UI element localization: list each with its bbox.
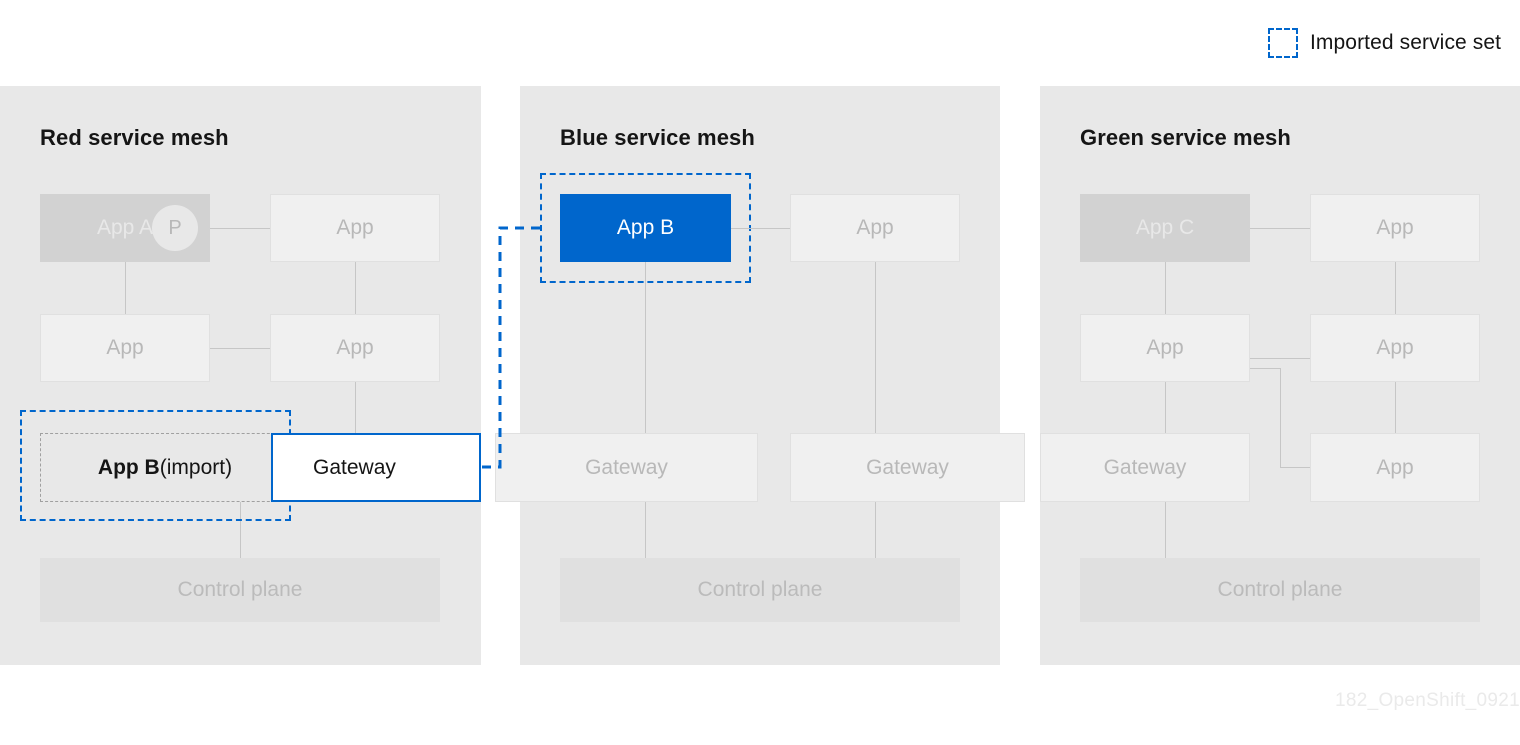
connector-blue-appb-down [645,262,646,433]
node-green-app-mid-right-label: App [1376,336,1413,360]
node-red-app-top-right-label: App [336,216,373,240]
connector-green-appc-to-app [1250,228,1310,229]
connector-blue-gwleft-to-cp [645,502,646,558]
node-red-app-mid-right-label: App [336,336,373,360]
connector-green-topright-down [1395,262,1396,314]
node-blue-app-top-right: App [790,194,960,262]
node-app-b: App B [560,194,731,262]
node-red-app-mid-left-label: App [106,336,143,360]
node-blue-gateway-left-label: Gateway [585,456,668,480]
connector-green-elbow-vertical [1280,368,1281,468]
node-red-gateway[interactable]: Gateway [271,433,481,502]
badge-proxy-p-label: P [168,217,181,240]
node-green-gateway-label: Gateway [1104,456,1187,480]
connector-red-appa-down [125,262,126,314]
connector-green-gateway-to-cp [1165,502,1166,558]
node-red-control-plane-label: Control plane [178,578,303,602]
diagram-canvas: Imported service set Red service mesh Ap… [0,0,1520,745]
node-blue-control-plane-label: Control plane [698,578,823,602]
mesh-title-red: Red service mesh [40,125,229,151]
node-red-app-mid-left: App [40,314,210,382]
mesh-title-blue: Blue service mesh [560,125,755,151]
node-green-app-mid-left: App [1080,314,1250,382]
connector-green-midleft-to-midright [1250,358,1310,359]
badge-proxy-p: P [152,205,198,251]
node-app-b-import-name: App B [98,456,160,480]
connector-blue-appb-to-app [731,228,790,229]
connector-red-midright-to-gateway [355,382,356,433]
node-green-app-mid-left-label: App [1146,336,1183,360]
node-blue-gateway-right: Gateway [790,433,1025,502]
connector-blue-topright-down [875,262,876,433]
node-red-control-plane: Control plane [40,558,440,622]
connector-green-elbow-top [1250,368,1281,369]
connector-green-elbow-bottom [1280,467,1310,468]
node-app-a-label: App A [97,216,153,240]
node-green-app-top-right-label: App [1376,216,1413,240]
node-blue-gateway-left: Gateway [495,433,758,502]
node-blue-app-top-right-label: App [856,216,893,240]
node-red-gateway-label: Gateway [313,456,396,480]
node-blue-control-plane: Control plane [560,558,960,622]
legend: Imported service set [1268,28,1501,58]
connector-red-appa-to-app [210,228,270,229]
connector-green-appc-down [1165,262,1166,314]
mesh-title-green: Green service mesh [1080,125,1291,151]
node-green-gateway: Gateway [1040,433,1250,502]
node-green-app-top-right: App [1310,194,1480,262]
dashed-square-icon [1268,28,1298,58]
connector-red-topright-down [355,262,356,314]
node-app-b-import: App B (import) [40,433,290,502]
node-green-app-bottom-right-label: App [1376,456,1413,480]
node-blue-gateway-right-label: Gateway [866,456,949,480]
node-app-b-label: App B [617,216,674,240]
legend-label: Imported service set [1310,31,1501,55]
node-app-b-import-suffix: (import) [160,456,232,480]
node-green-control-plane-label: Control plane [1218,578,1343,602]
node-green-app-bottom-right: App [1310,433,1480,502]
connector-green-midleft-to-gateway [1165,382,1166,433]
node-green-app-mid-right: App [1310,314,1480,382]
node-app-c: App C [1080,194,1250,262]
connector-blue-gwright-to-cp [875,502,876,558]
watermark: 182_OpenShift_0921 [1335,690,1520,712]
node-green-control-plane: Control plane [1080,558,1480,622]
node-app-c-label: App C [1136,216,1194,240]
node-red-app-top-right: App [270,194,440,262]
connector-green-midright-down [1395,382,1396,433]
node-red-app-mid-right: App [270,314,440,382]
connector-red-midleft-to-midright [210,348,270,349]
